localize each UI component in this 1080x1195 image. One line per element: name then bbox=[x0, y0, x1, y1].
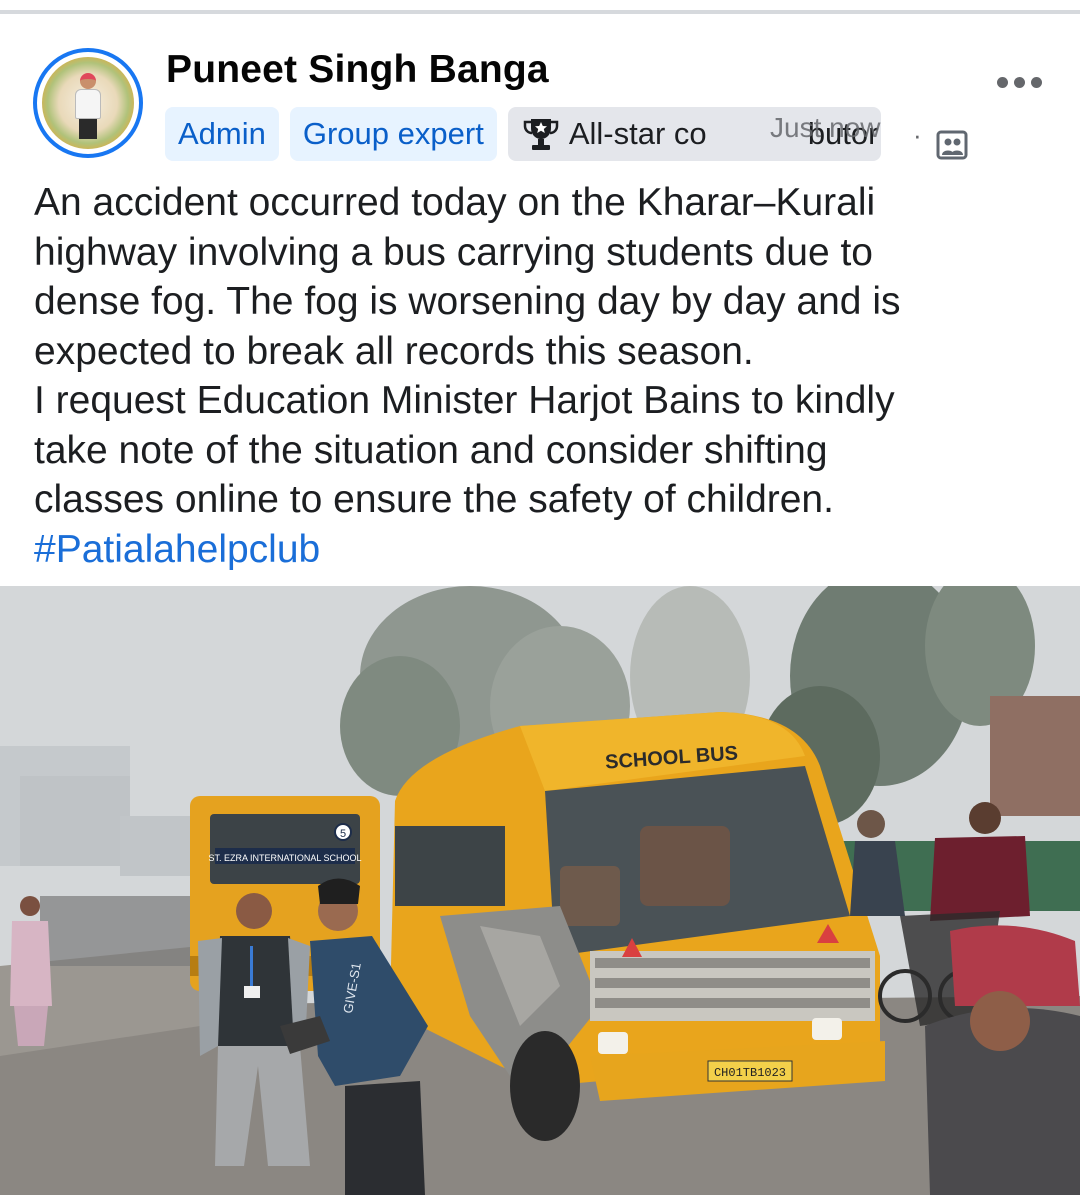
post-photo[interactable]: ST. EZRA INTERNATIONAL SCHOOL 5 SCHOOL B… bbox=[0, 586, 1080, 1195]
meta-separator: · bbox=[913, 120, 922, 150]
rear-bus-label: ST. EZRA INTERNATIONAL SCHOOL bbox=[208, 853, 361, 863]
post-body-line: An accident occurred today on the Kharar… bbox=[34, 181, 876, 224]
post-body-line: dense fog. The fog is worsening day by d… bbox=[34, 280, 901, 323]
post-card: Puneet Singh Banga Admin Group expert Al… bbox=[0, 14, 1080, 1195]
post-body: An accident occurred today on the Kharar… bbox=[34, 178, 1054, 574]
group-audience-icon bbox=[936, 130, 968, 160]
post-body-line: expected to break all records this seaso… bbox=[34, 329, 754, 373]
post-body-line: highway involving a bus carrying student… bbox=[34, 230, 873, 274]
author-avatar[interactable] bbox=[33, 48, 143, 158]
badge-group-expert[interactable]: Group expert bbox=[289, 107, 497, 161]
bus-plate: CH01TB1023 bbox=[714, 1066, 786, 1080]
rear-bus-route: 5 bbox=[340, 828, 346, 840]
avatar-person bbox=[75, 73, 101, 139]
post-body-line: take note of the situation and consider … bbox=[34, 428, 828, 472]
badge-admin[interactable]: Admin bbox=[165, 107, 279, 161]
post-body-line: I request Education Minister Harjot Bain… bbox=[34, 379, 895, 422]
post-timestamp[interactable]: Just now bbox=[770, 112, 881, 144]
more-options-icon[interactable] bbox=[997, 74, 1045, 90]
badge-all-star-label: All-star co bbox=[568, 116, 707, 151]
author-name[interactable]: Puneet Singh Banga bbox=[166, 48, 549, 92]
avatar-image bbox=[42, 57, 134, 149]
hashtag-link[interactable]: #Patialahelpclub bbox=[34, 525, 1054, 575]
trophy-icon bbox=[523, 119, 559, 150]
post-body-line: classes online to ensure the safety of c… bbox=[34, 478, 834, 521]
top-divider bbox=[0, 0, 1080, 14]
accident-scene-illustration: ST. EZRA INTERNATIONAL SCHOOL 5 SCHOOL B… bbox=[0, 586, 1080, 1195]
